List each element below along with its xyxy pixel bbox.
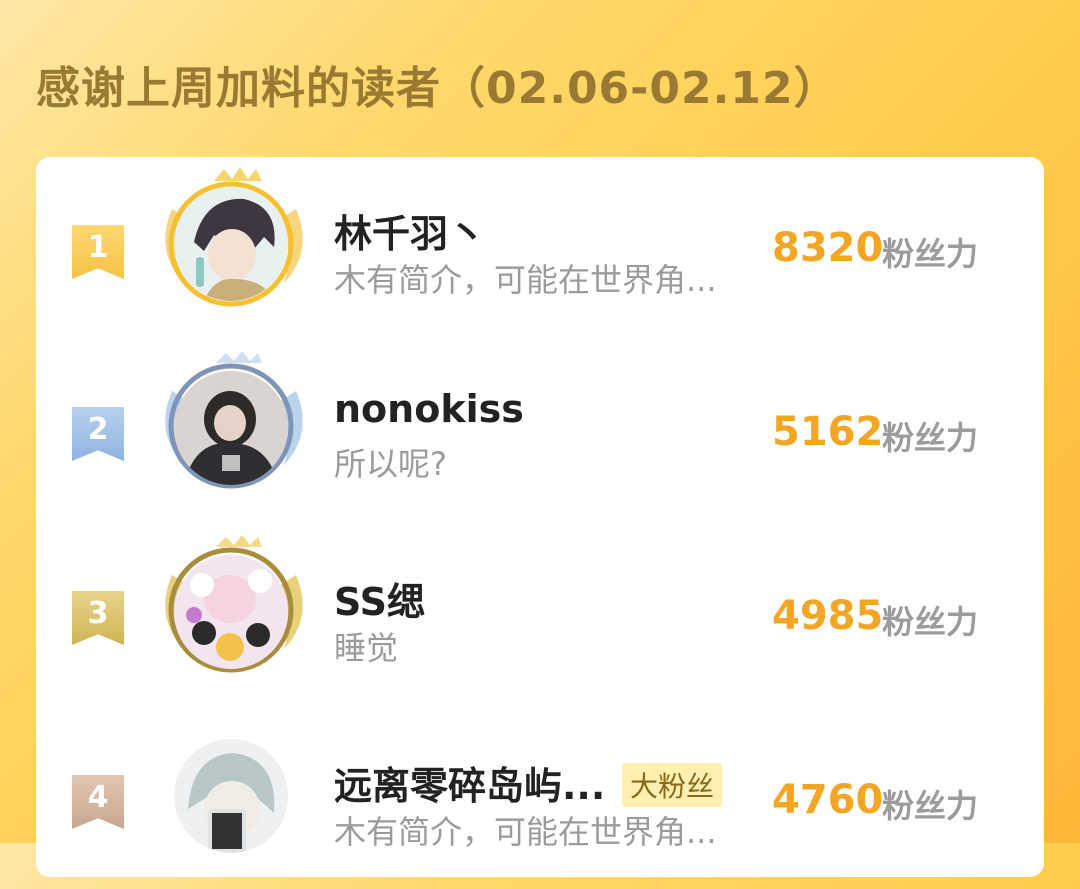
rank-badge: 2 bbox=[72, 407, 124, 461]
avatar[interactable] bbox=[174, 371, 288, 485]
avatar-frame bbox=[144, 713, 324, 873]
fan-power-label: 粉丝力 bbox=[882, 787, 979, 825]
reader-bio: 木有简介，可能在世界角... bbox=[334, 261, 717, 299]
reader-name[interactable]: SS缌 bbox=[334, 571, 425, 626]
reader-bio: 睡觉 bbox=[334, 629, 399, 667]
fan-power-score: 4985 bbox=[772, 593, 884, 639]
reader-ranking-card: 1 林千羽丶 木有简介，可能在世界角... 8320 粉丝力 2 nonokis… bbox=[36, 157, 1044, 877]
reader-row-1[interactable]: 1 林千羽丶 木有简介，可能在世界角... 8320 粉丝力 bbox=[36, 157, 1044, 337]
fan-power-score: 4760 bbox=[772, 777, 884, 823]
reader-bio: 所以呢? bbox=[334, 445, 447, 483]
reader-row-4[interactable]: 4 远离零碎岛屿... 大粉丝 木有简介，可能在世界角... 4760 粉丝力 bbox=[36, 709, 1044, 889]
avatar[interactable] bbox=[174, 187, 288, 301]
reader-name[interactable]: 林千羽丶 bbox=[334, 203, 486, 258]
avatar[interactable] bbox=[174, 739, 288, 853]
fan-power-score: 5162 bbox=[772, 409, 884, 455]
rank-badge: 3 bbox=[72, 591, 124, 645]
fan-power-label: 粉丝力 bbox=[882, 235, 979, 273]
fan-power-label: 粉丝力 bbox=[882, 419, 979, 457]
rank-badge: 1 bbox=[72, 225, 124, 279]
reader-name[interactable]: 远离零碎岛屿... bbox=[334, 755, 605, 810]
fan-power-score: 8320 bbox=[772, 225, 884, 271]
bronze-crown-frame-icon bbox=[144, 529, 324, 689]
reader-row-3[interactable]: 3 SS缌 睡觉 4985 粉丝力 bbox=[36, 525, 1044, 705]
reader-name[interactable]: nonokiss bbox=[334, 387, 524, 431]
gold-crown-frame-icon bbox=[144, 161, 324, 321]
rank-badge: 4 bbox=[72, 775, 124, 829]
avatar[interactable] bbox=[174, 555, 288, 669]
silver-crown-frame-icon bbox=[144, 345, 324, 505]
big-fan-badge: 大粉丝 bbox=[622, 763, 723, 807]
page-title: 感谢上周加料的读者（02.06-02.12） bbox=[36, 63, 839, 114]
reader-bio: 木有简介，可能在世界角... bbox=[334, 813, 717, 851]
reader-row-2[interactable]: 2 nonokiss 所以呢? 5162 粉丝力 bbox=[36, 341, 1044, 521]
fan-power-label: 粉丝力 bbox=[882, 603, 979, 641]
